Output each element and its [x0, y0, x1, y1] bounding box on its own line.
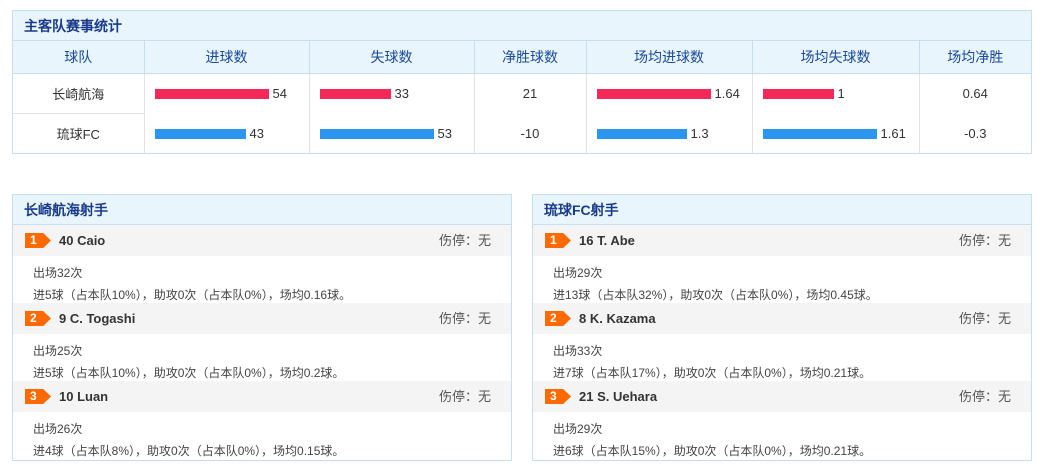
rank-badge: 3	[25, 389, 51, 404]
header-avg-conceded: 场均失球数	[752, 41, 920, 74]
cell-avg_conceded: 1.61	[752, 113, 920, 153]
goal-summary: 进4球（占本队8%），助攻0次（占本队0%），场均0.15球。	[33, 444, 345, 458]
goals-bar	[154, 88, 269, 99]
scorer-details: 出场25次 进5球（占本队10%），助攻0次（占本队0%），场均0.2球。	[13, 334, 511, 381]
player-name: 8 K. Kazama	[579, 311, 656, 326]
injury-status: 伤停：无	[958, 233, 1011, 248]
stats-table: 球队 进球数 失球数 净胜球数 场均进球数 场均失球数 场均净胜 长崎航海 54 3…	[13, 41, 1031, 153]
rank-badge: 2	[25, 311, 51, 326]
header-diff: 净胜球数	[474, 41, 587, 74]
scorer-details: 出场29次 进6球（占本队15%），助攻0次（占本队0%），场均0.21球。	[533, 412, 1031, 459]
team-stats-panel: 主客队赛事统计 球队 进球数 失球数 净胜球数 场均进球数 场均失球数 场均净胜…	[12, 10, 1032, 154]
cell-avg_goals: 1.64	[586, 73, 753, 113]
scorer-details: 出场26次 进4球（占本队8%），助攻0次（占本队0%），场均0.15球。	[13, 412, 511, 459]
header-conceded: 失球数	[309, 41, 475, 74]
rank-badge: 2	[545, 311, 571, 326]
appearances: 出场33次	[553, 344, 603, 358]
goals-bar	[154, 128, 246, 139]
cell-avg_diff: -0.3	[964, 125, 987, 141]
scorer-header: 3 21 S. Uehara 伤停：无	[533, 381, 1031, 412]
avg_conceded-value: 1.61	[880, 126, 906, 142]
appearances: 出场29次	[553, 422, 603, 436]
header-avg-goals: 场均进球数	[586, 41, 753, 74]
player-name: 16 T. Abe	[579, 233, 635, 248]
scorer-item: 1 16 T. Abe 伤停：无 出场29次 进13球（占本队32%），助攻0次…	[533, 225, 1031, 303]
player-name: 40 Caio	[59, 233, 106, 248]
stats-title: 主客队赛事统计	[13, 11, 1031, 41]
scorer-details: 出场29次 进13球（占本队32%），助攻0次（占本队0%），场均0.45球。	[533, 256, 1031, 303]
header-team: 球队	[13, 41, 145, 74]
cell-avg_goals: 1.3	[586, 113, 753, 153]
cell-conceded: 33	[309, 73, 475, 113]
scorer-header: 2 8 K. Kazama 伤停：无	[533, 303, 1031, 334]
cell-team: 长崎航海	[13, 73, 145, 114]
injury-status: 伤停：无	[958, 389, 1011, 404]
injury-status: 伤停：无	[438, 389, 491, 404]
injury-status: 伤停：无	[438, 233, 491, 248]
cell-goals: 54	[144, 73, 310, 113]
goal-summary: 进6球（占本队15%），助攻0次（占本队0%），场均0.21球。	[553, 444, 872, 458]
avg_goals-value: 1.3	[690, 126, 709, 142]
header-goals: 进球数	[144, 41, 310, 74]
cell-diff: -10	[474, 113, 587, 153]
rank-badge: 1	[545, 233, 571, 248]
scorer-header: 2 9 C. Togashi 伤停：无	[13, 303, 511, 334]
injury-status: 伤停：无	[438, 311, 491, 326]
appearances: 出场25次	[33, 344, 83, 358]
avg_goals-bar	[596, 128, 687, 139]
cell-conceded: 53	[309, 113, 475, 153]
table-row: 琉球FC 43 53 -10 1.3 1.61 -0.3	[13, 113, 1031, 153]
table-row: 长崎航海 54 33 21 1.64 1 0.64	[13, 73, 1031, 114]
player-name: 21 S. Uehara	[579, 389, 658, 404]
table-header: 球队 进球数 失球数 净胜球数 场均进球数 场均失球数 场均净胜	[13, 41, 1031, 74]
scorer-item: 1 40 Caio 伤停：无 出场32次 进5球（占本队10%），助攻0次（占本…	[13, 225, 511, 303]
cell-diff: 21	[474, 73, 587, 113]
scorer-header: 1 40 Caio 伤停：无	[13, 225, 511, 256]
player-name: 10 Luan	[59, 389, 109, 404]
cell-avg_diff: 0.64	[962, 85, 988, 101]
cell-team: 琉球FC	[13, 113, 145, 153]
appearances: 出场32次	[33, 266, 83, 280]
goals-value: 54	[272, 86, 287, 102]
avg_conceded-value: 1	[837, 86, 845, 102]
scorer-item: 3 21 S. Uehara 伤停：无 出场29次 进6球（占本队15%），助攻…	[533, 381, 1031, 459]
avg_goals-value: 1.64	[714, 86, 740, 102]
away-scorers-panel: 琉球FC射手 1 16 T. Abe 伤停：无 出场29次 进13球（占本队32…	[532, 194, 1032, 461]
home-scorers-title: 长崎航海射手	[13, 195, 511, 225]
avg_goals-bar	[596, 88, 711, 99]
avg_conceded-bar	[762, 128, 877, 139]
conceded-value: 33	[394, 86, 409, 102]
conceded-bar	[319, 88, 391, 99]
scorer-header: 1 16 T. Abe 伤停：无	[533, 225, 1031, 256]
injury-status: 伤停：无	[958, 311, 1011, 326]
rank-badge: 3	[545, 389, 571, 404]
cell-avg_conceded: 1	[752, 73, 920, 113]
away-scorers-title: 琉球FC射手	[533, 195, 1031, 225]
conceded-value: 53	[437, 126, 452, 142]
player-name: 9 C. Togashi	[59, 311, 136, 326]
scorer-details: 出场33次 进7球（占本队17%），助攻0次（占本队0%），场均0.21球。	[533, 334, 1031, 381]
cell-goals: 43	[144, 113, 310, 153]
avg_conceded-bar	[762, 88, 834, 99]
scorer-header: 3 10 Luan 伤停：无	[13, 381, 511, 412]
scorer-details: 出场32次 进5球（占本队10%），助攻0次（占本队0%），场均0.16球。	[13, 256, 511, 303]
conceded-bar	[319, 128, 434, 139]
home-scorers-panel: 长崎航海射手 1 40 Caio 伤停：无 出场32次 进5球（占本队10%），…	[12, 194, 512, 461]
appearances: 出场29次	[553, 266, 603, 280]
scorer-item: 2 9 C. Togashi 伤停：无 出场25次 进5球（占本队10%），助攻…	[13, 303, 511, 381]
goals-value: 43	[249, 126, 264, 142]
scorer-item: 2 8 K. Kazama 伤停：无 出场33次 进7球（占本队17%），助攻0…	[533, 303, 1031, 381]
scorer-item: 3 10 Luan 伤停：无 出场26次 进4球（占本队8%），助攻0次（占本队…	[13, 381, 511, 459]
header-avg-diff: 场均净胜	[919, 41, 1031, 74]
appearances: 出场26次	[33, 422, 83, 436]
rank-badge: 1	[25, 233, 51, 248]
